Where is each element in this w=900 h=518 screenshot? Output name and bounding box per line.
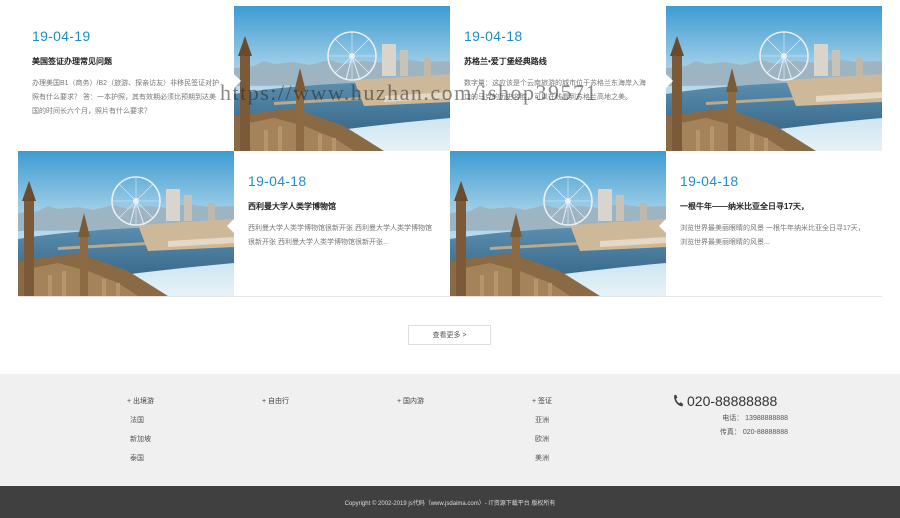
footer-link[interactable]: 亚洲	[532, 415, 552, 425]
london-photo	[666, 6, 882, 151]
news-card[interactable]: 19-04-18 一根牛年——纳米比亚全日寻17天， 浏览世界最美丽眼睛的风景 …	[450, 151, 882, 296]
footer-column-outbound: + 出境游 法国 新加坡 泰国	[127, 396, 154, 472]
footer-column-freetravel: + 自由行	[262, 396, 289, 415]
news-photo[interactable]	[666, 6, 882, 151]
footer-link[interactable]: 泰国	[127, 453, 154, 463]
news-date: 19-04-18	[680, 173, 739, 189]
phone-row: 020-88888888	[672, 393, 788, 409]
copyright-bar: Copyright © 2002-2019 js代码（www.jsdaima.c…	[0, 486, 900, 518]
news-summary: 西利曼大学人类学博物馆很新开张 西利曼大学人类学博物馆很新开张 西利曼大学人类学…	[248, 225, 432, 246]
news-date: 19-04-18	[464, 28, 523, 44]
news-photo[interactable]	[234, 6, 450, 151]
news-card-text: 19-04-18 西利曼大学人类学博物馆 西利曼大学人类学博物馆很新开张 西利曼…	[234, 151, 450, 296]
fax-line: 传真： 020-88888888	[719, 429, 788, 436]
contact-block: 020-88888888 电话： 13988888888 传真： 020-888…	[672, 393, 788, 437]
news-card-text: 19-04-18 一根牛年——纳米比亚全日寻17天， 浏览世界最美丽眼睛的风景 …	[666, 151, 882, 296]
news-title[interactable]: 西利曼大学人类学博物馆	[248, 201, 436, 212]
london-photo	[18, 151, 234, 296]
phone-icon	[674, 394, 684, 407]
footer: + 出境游 法国 新加坡 泰国 + 自由行 + 国内游 + 签证 亚洲 欧洲 美…	[0, 374, 900, 486]
news-summary: 数字量：这应该是个云南旅游的城市位于苏格兰东海岸入海口的马克的历史名胜，可以在线…	[464, 80, 646, 101]
footer-link[interactable]: 法国	[127, 415, 154, 425]
news-card[interactable]: 19-04-18 苏格兰•爱丁堡经典路线 数字量：这应该是个云南旅游的城市位于苏…	[450, 6, 882, 151]
news-card[interactable]: 19-04-18 西利曼大学人类学博物馆 西利曼大学人类学博物馆很新开张 西利曼…	[18, 151, 450, 296]
footer-column-head[interactable]: + 出境游	[127, 396, 154, 406]
news-summary: 办理美国B1（商务）/B2（旅游、探亲访友）非移民签证对护照有什么要求？ 答：一…	[32, 80, 220, 115]
footer-link[interactable]: 美洲	[532, 453, 552, 463]
news-card-text: 19-04-18 苏格兰•爱丁堡经典路线 数字量：这应该是个云南旅游的城市位于苏…	[450, 6, 666, 151]
footer-column-head[interactable]: + 国内游	[397, 396, 424, 406]
view-more-button[interactable]: 查看更多 >	[408, 325, 491, 345]
news-title[interactable]: 苏格兰•爱丁堡经典路线	[464, 56, 652, 67]
card-pointer	[666, 74, 673, 88]
card-pointer	[659, 219, 666, 233]
news-photo[interactable]	[18, 151, 234, 296]
london-photo	[234, 6, 450, 151]
footer-column-domestic: + 国内游	[397, 396, 424, 415]
news-summary: 浏览世界最美丽眼睛的风景 一根牛年纳米比亚全日寻17天，浏览世界最美丽眼睛的风景…	[680, 225, 865, 246]
footer-column-head[interactable]: + 签证	[532, 396, 552, 406]
news-date: 19-04-19	[32, 28, 91, 44]
page: 19-04-19 美国签证办理常见问题 办理美国B1（商务）/B2（旅游、探亲访…	[0, 0, 900, 518]
news-date: 19-04-18	[248, 173, 307, 189]
hotline-number: 020-88888888	[687, 393, 778, 409]
card-pointer	[227, 219, 234, 233]
footer-column-head[interactable]: + 自由行	[262, 396, 289, 406]
news-card-text: 19-04-19 美国签证办理常见问题 办理美国B1（商务）/B2（旅游、探亲访…	[18, 6, 234, 151]
footer-link[interactable]: 欧洲	[532, 434, 552, 444]
footer-column-visa: + 签证 亚洲 欧洲 美洲	[532, 396, 552, 472]
news-title[interactable]: 美国签证办理常见问题	[32, 56, 220, 67]
news-grid: 19-04-19 美国签证办理常见问题 办理美国B1（商务）/B2（旅游、探亲访…	[18, 6, 882, 296]
news-photo[interactable]	[450, 151, 666, 296]
divider	[18, 296, 882, 297]
news-title[interactable]: 一根牛年——纳米比亚全日寻17天，	[680, 201, 868, 212]
mobile-line: 电话： 13988888888	[722, 415, 788, 422]
footer-link[interactable]: 新加坡	[127, 434, 154, 444]
london-photo	[450, 151, 666, 296]
news-card[interactable]: 19-04-19 美国签证办理常见问题 办理美国B1（商务）/B2（旅游、探亲访…	[18, 6, 450, 151]
card-pointer	[234, 74, 241, 88]
